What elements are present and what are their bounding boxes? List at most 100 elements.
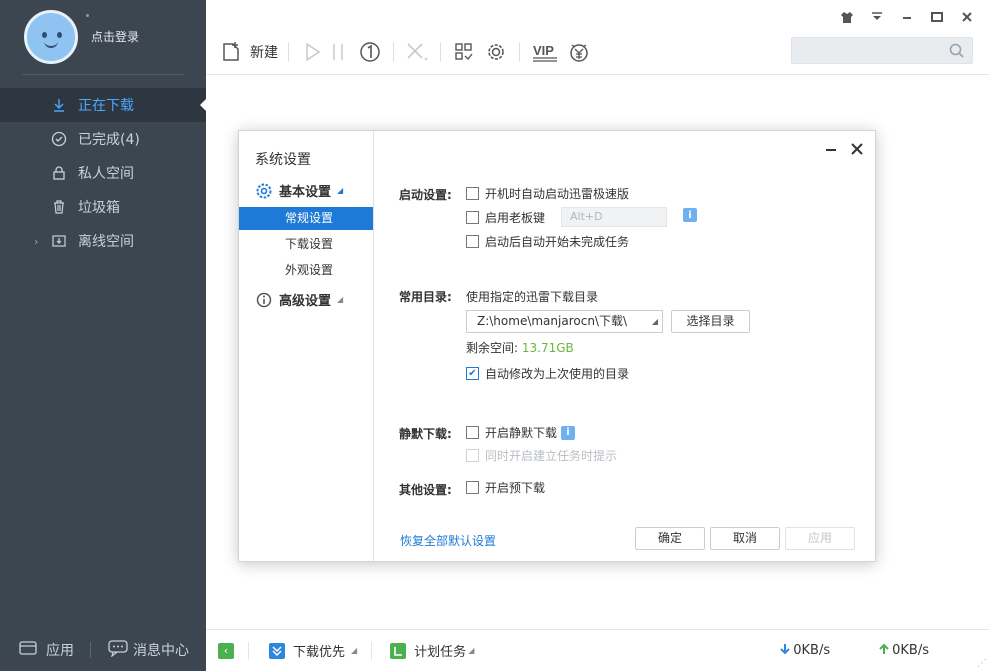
checkbox-box bbox=[466, 449, 479, 462]
nav-general-settings[interactable]: 常规设置 bbox=[239, 207, 373, 230]
cancel-button[interactable]: 取消 bbox=[710, 527, 780, 550]
sidebar-item-completed[interactable]: 已完成(4) bbox=[0, 122, 206, 156]
nav-download-settings[interactable]: 下载设置 bbox=[239, 233, 373, 256]
info-icon[interactable]: i bbox=[561, 425, 576, 440]
schedule-icon bbox=[390, 642, 407, 659]
settings-nav: 系统设置 基本设置 ◢ 常规设置 下载设置 外观设置 高级设置 ◢ bbox=[239, 131, 374, 561]
message-icon bbox=[107, 639, 129, 661]
nav-appearance-settings[interactable]: 外观设置 bbox=[239, 259, 373, 282]
dialog-controls bbox=[825, 141, 863, 160]
restore-defaults-link[interactable]: 恢复全部默认设置 bbox=[400, 532, 496, 549]
auto-resume-checkbox[interactable]: 启动后自动开始未完成任务 bbox=[466, 233, 629, 250]
dir-description-text: 使用指定的迅雷下载目录 bbox=[466, 290, 599, 304]
settings-button[interactable] bbox=[483, 38, 509, 66]
delete-button[interactable] bbox=[404, 38, 430, 66]
auto-resume-label: 启动后自动开始未完成任务 bbox=[485, 235, 630, 249]
silent-prompt-label: 同时开启建立任务时提示 bbox=[485, 449, 618, 463]
basic-settings-group[interactable]: 基本设置 ◢ bbox=[255, 181, 343, 200]
free-space-value: 13.71GB bbox=[521, 341, 574, 355]
silent-download-label: 静默下载: bbox=[399, 427, 452, 441]
top-toolbar: 新建 VIP bbox=[206, 0, 989, 75]
status-divider bbox=[371, 641, 373, 660]
expand-icon: ◢ bbox=[337, 186, 344, 195]
layout-button[interactable] bbox=[451, 38, 477, 66]
grid-icon bbox=[451, 39, 477, 65]
new-task-button[interactable]: 新建 bbox=[218, 38, 278, 66]
user-avatar[interactable] bbox=[24, 10, 78, 64]
login-link[interactable]: 点击登录 bbox=[91, 28, 139, 45]
lock-icon bbox=[50, 164, 68, 182]
download-dir-select[interactable]: Z:\home\manjarocn\下载\ ◢ bbox=[466, 310, 663, 333]
checkbox-box bbox=[466, 187, 479, 200]
ok-button[interactable]: 确定 bbox=[635, 527, 705, 550]
sidebar-item-trash[interactable]: 垃圾箱 bbox=[0, 190, 206, 224]
sidebar-item-label: 已完成(4) bbox=[78, 132, 140, 148]
free-space: 剩余空间: 13.71GB bbox=[466, 339, 574, 356]
download-speed: 0KB/s bbox=[779, 643, 830, 659]
download-priority-button[interactable]: 下载优先 ◢ bbox=[269, 641, 357, 660]
autostart-checkbox[interactable]: 开机时自动启动迅雷极速版 bbox=[466, 185, 629, 202]
sidebar-item-offline[interactable]: › 离线空间 bbox=[0, 224, 206, 258]
sidebar-nav: 正在下载 已完成(4) 私人空间 垃圾箱 › 离线空间 bbox=[0, 88, 206, 258]
toolbar-divider bbox=[519, 42, 520, 62]
basic-settings-label: 基本设置 bbox=[279, 185, 332, 200]
predownload-checkbox[interactable]: 开启预下载 bbox=[466, 479, 545, 496]
scheduled-tasks-button[interactable]: 计划任务 ◢ bbox=[390, 641, 474, 660]
autostart-label: 开机时自动启动迅雷极速版 bbox=[485, 187, 630, 201]
sidebar-item-label: 离线空间 bbox=[78, 234, 134, 250]
sidebar-item-downloading[interactable]: 正在下载 bbox=[0, 88, 206, 122]
sidebar-item-private[interactable]: 私人空间 bbox=[0, 156, 206, 190]
trash-icon bbox=[50, 198, 68, 216]
upload-speed-value: 0KB/s bbox=[892, 643, 929, 658]
checkbox-box-checked: ✔ bbox=[466, 367, 479, 380]
boss-key-input[interactable]: Alt+D bbox=[561, 207, 667, 227]
apps-button[interactable]: 应用 bbox=[18, 640, 74, 660]
back-button[interactable]: ‹ bbox=[218, 642, 234, 659]
new-file-icon bbox=[218, 39, 244, 65]
advanced-settings-group[interactable]: 高级设置 ◢ bbox=[255, 290, 343, 309]
arrow-up-icon bbox=[878, 643, 890, 659]
toolbar-divider bbox=[393, 42, 394, 62]
messages-button[interactable]: 消息中心 bbox=[107, 639, 189, 661]
search-icon[interactable] bbox=[948, 42, 966, 64]
sidebar: 点击登录 正在下载 已完成(4) 私人空间 垃圾箱 › 离线空间 应用 消息中心 bbox=[0, 0, 206, 671]
delete-icon bbox=[404, 39, 430, 65]
close-icon[interactable] bbox=[959, 10, 975, 28]
dir-description: 使用指定的迅雷下载目录 bbox=[466, 288, 598, 305]
minimize-icon[interactable] bbox=[899, 10, 915, 28]
checkbox-box bbox=[466, 481, 479, 494]
close-icon[interactable] bbox=[851, 141, 863, 160]
sidebar-item-label: 正在下载 bbox=[78, 98, 134, 114]
status-bar: ‹ 下载优先 ◢ 计划任务 ◢ 0KB/s 0KB/s ⋰ bbox=[206, 629, 989, 671]
chevron-right-icon[interactable]: › bbox=[34, 235, 38, 248]
auto-update-dir-checkbox[interactable]: ✔ 自动修改为上次使用的目录 bbox=[466, 365, 629, 382]
upload-speed: 0KB/s bbox=[878, 643, 929, 659]
download-speed-value: 0KB/s bbox=[793, 643, 831, 658]
other-settings-label: 其他设置: bbox=[399, 483, 452, 497]
settings-dialog: 系统设置 基本设置 ◢ 常规设置 下载设置 外观设置 高级设置 ◢ 启动设置: bbox=[238, 130, 876, 562]
vip-button[interactable]: VIP bbox=[530, 38, 560, 66]
checkbox-box bbox=[466, 235, 479, 248]
boss-key-checkbox[interactable]: 启用老板键 bbox=[466, 209, 545, 226]
start-button[interactable] bbox=[299, 38, 325, 66]
resize-grip-icon[interactable]: ⋰ bbox=[977, 658, 987, 669]
info-icon[interactable]: i bbox=[683, 208, 697, 222]
limit-button[interactable] bbox=[357, 38, 383, 66]
wallet-button[interactable] bbox=[566, 38, 592, 66]
skin-icon[interactable] bbox=[839, 10, 855, 28]
free-space-label: 剩余空间: bbox=[466, 341, 519, 355]
silent-download-checkbox[interactable]: 开启静默下载 i bbox=[466, 424, 576, 441]
sidebar-item-label: 垃圾箱 bbox=[78, 200, 120, 216]
maximize-icon[interactable] bbox=[929, 10, 945, 28]
chevron-left-icon: ‹ bbox=[218, 642, 234, 659]
checkbox-box bbox=[466, 211, 479, 224]
minimize-icon[interactable] bbox=[825, 141, 837, 160]
search-input[interactable] bbox=[791, 37, 973, 64]
cloud-download-icon bbox=[50, 232, 68, 250]
status-dot bbox=[86, 14, 89, 17]
toolbar-buttons: 新建 VIP bbox=[218, 38, 592, 66]
choose-dir-button[interactable]: 选择目录 bbox=[671, 310, 750, 333]
pause-button[interactable] bbox=[325, 38, 351, 66]
menu-dropdown-icon[interactable] bbox=[869, 10, 885, 28]
play-icon bbox=[299, 39, 325, 65]
